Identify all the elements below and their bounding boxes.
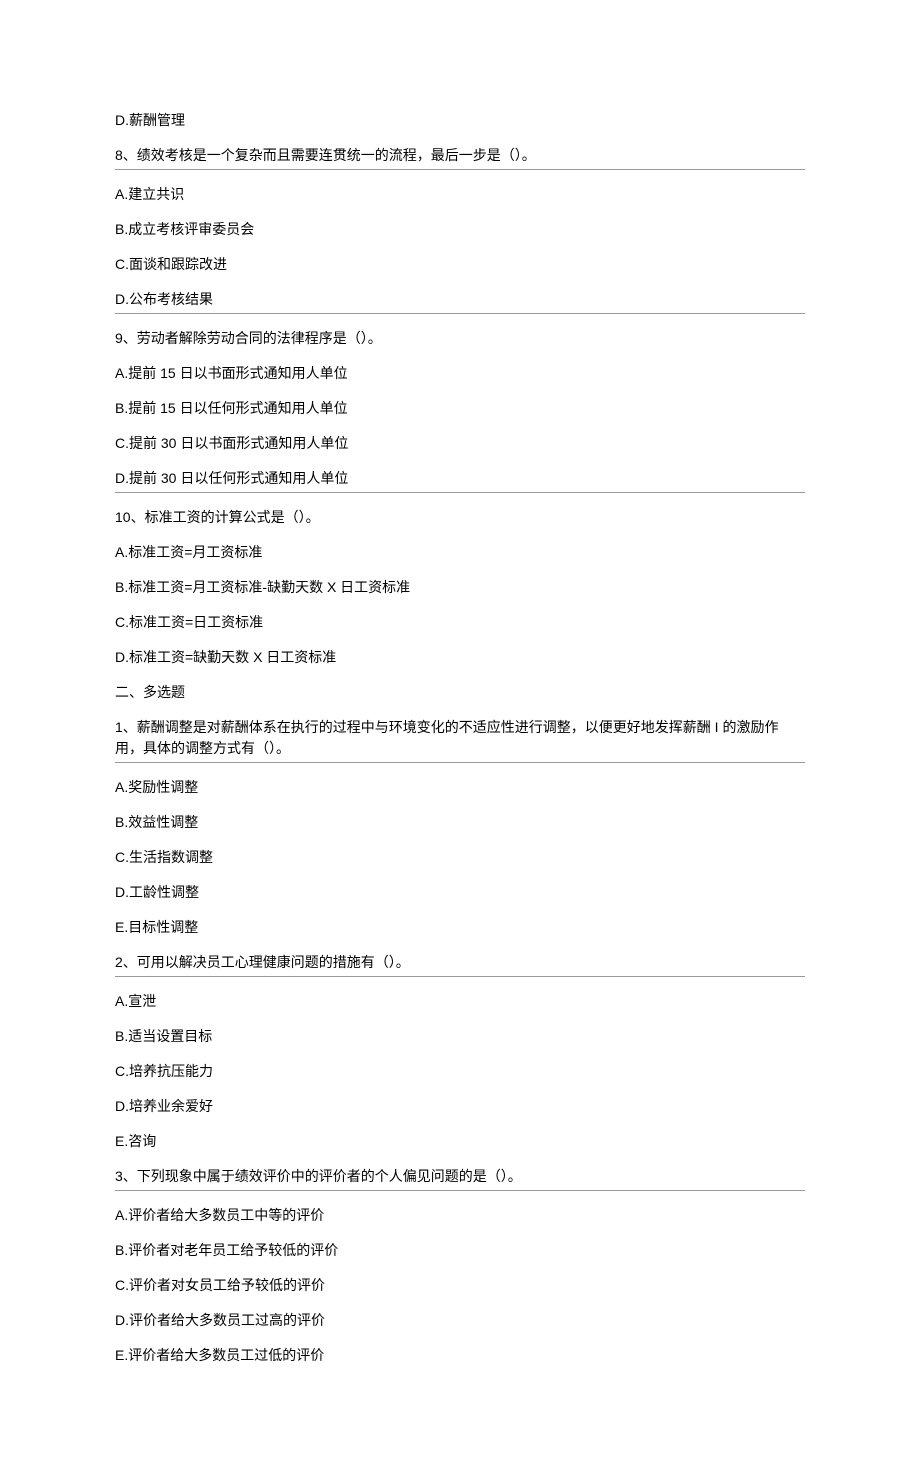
option-text: A.宣泄 [115,991,805,1012]
question-text: 3、下列现象中属于绩效评价中的评价者的个人偏见问题的是（）。 [115,1166,805,1191]
option-text: A.提前 15 日以书面形式通知用人单位 [115,363,805,384]
option-text: E.咨询 [115,1131,805,1152]
question-text: D.提前 30 日以任何形式通知用人单位 [115,468,805,493]
option-text: A.奖励性调整 [115,777,805,798]
question-text: 8、绩效考核是一个复杂而且需要连贯统一的流程，最后一步是（）。 [115,145,805,170]
option-text: B.效益性调整 [115,812,805,833]
option-text: A.评价者给大多数员工中等的评价 [115,1205,805,1226]
question-text: 1、薪酬调整是对薪酬体系在执行的过程中与环境变化的不适应性进行调整，以便更好地发… [115,717,805,763]
option-text: A.建立共识 [115,184,805,205]
option-text: C.面谈和跟踪改进 [115,254,805,275]
option-text: E.目标性调整 [115,917,805,938]
section-title: 二、多选题 [115,682,805,703]
option-text: C.提前 30 日以书面形式通知用人单位 [115,433,805,454]
option-text: D.培养业余爱好 [115,1096,805,1117]
option-text: C.生活指数调整 [115,847,805,868]
option-text: 9、劳动者解除劳动合同的法律程序是（）。 [115,328,805,349]
question-text: D.公布考核结果 [115,289,805,314]
option-text: E.评价者给大多数员工过低的评价 [115,1345,805,1366]
document-content: D.薪酬管理 8、绩效考核是一个复杂而且需要连贯统一的流程，最后一步是（）。 A.建… [115,110,805,1366]
option-text: D.评价者给大多数员工过高的评价 [115,1310,805,1331]
option-text: C.培养抗压能力 [115,1061,805,1082]
option-text: C.评价者对女员工给予较低的评价 [115,1275,805,1296]
option-text: B.提前 15 日以任何形式通知用人单位 [115,398,805,419]
option-text: A.标准工资=月工资标准 [115,542,805,563]
option-text: D.薪酬管理 [115,110,805,131]
option-text: D.工龄性调整 [115,882,805,903]
question-text: 2、可用以解决员工心理健康问题的措施有（）。 [115,952,805,977]
option-text: C.标准工资=日工资标准 [115,612,805,633]
option-text: B.标准工资=月工资标准-缺勤天数 X 日工资标准 [115,577,805,598]
option-text: 10、标准工资的计算公式是（）。 [115,507,805,528]
option-text: B.适当设置目标 [115,1026,805,1047]
option-text: D.标准工资=缺勤天数 X 日工资标准 [115,647,805,668]
option-text: B.评价者对老年员工给予较低的评价 [115,1240,805,1261]
option-text: B.成立考核评审委员会 [115,219,805,240]
